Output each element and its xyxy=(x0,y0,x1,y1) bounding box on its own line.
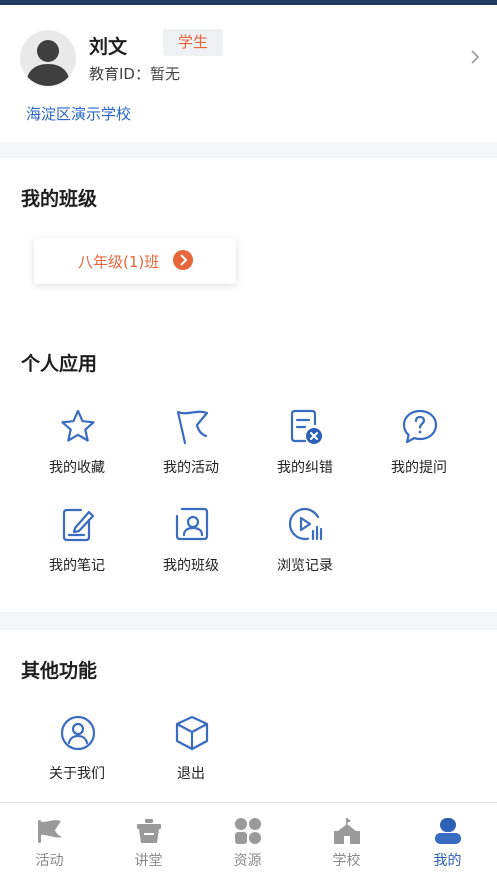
podium-icon xyxy=(137,819,161,843)
document-error-icon xyxy=(290,409,322,444)
tab-school[interactable]: 学校 xyxy=(297,803,396,883)
education-id: 教育ID：暂无 xyxy=(89,65,180,83)
app-label: 浏览记录 xyxy=(277,558,333,574)
school-name[interactable]: 海淀区演示学校 xyxy=(26,103,131,124)
tab-lecture-hall[interactable]: 讲堂 xyxy=(99,803,198,883)
tab-label: 活动 xyxy=(35,853,64,869)
app-label: 退出 xyxy=(177,766,205,782)
tab-label: 学校 xyxy=(332,853,361,869)
app-label: 我的收藏 xyxy=(49,460,105,476)
app-browse-history[interactable]: 浏览记录 xyxy=(250,506,360,576)
app-label: 我的纠错 xyxy=(277,460,333,476)
section-divider xyxy=(0,612,497,630)
notebook-pen-icon xyxy=(62,508,95,542)
tab-resources[interactable]: 资源 xyxy=(198,803,297,883)
arrow-right-circle-icon xyxy=(173,250,193,270)
tab-label: 讲堂 xyxy=(134,853,163,869)
app-label: 关于我们 xyxy=(49,766,105,782)
flag-icon xyxy=(38,820,62,843)
star-icon xyxy=(61,409,95,442)
tab-mine[interactable]: 我的 xyxy=(398,803,497,883)
app-my-corrections[interactable]: 我的纠错 xyxy=(250,408,360,478)
class-label: 八年级(1)班 xyxy=(78,253,160,271)
grid-icon xyxy=(235,818,261,844)
class-card[interactable]: 八年级(1)班 xyxy=(34,238,236,284)
app-label: 我的笔记 xyxy=(49,558,105,574)
avatar-person-icon xyxy=(26,40,70,86)
profile-header[interactable]: 刘文 学生 教育ID：暂无 海淀区演示学校 xyxy=(0,5,497,142)
app-label: 我的班级 xyxy=(163,558,219,574)
tab-activities[interactable]: 活动 xyxy=(0,803,99,883)
user-circle-icon xyxy=(60,715,96,751)
bottom-tab-bar: 活动 讲堂 资源 学校 我的 xyxy=(0,802,497,883)
app-my-class[interactable]: 我的班级 xyxy=(136,506,246,576)
tab-label: 资源 xyxy=(233,853,262,869)
section-title-my-class: 我的班级 xyxy=(21,188,98,210)
app-label: 我的提问 xyxy=(391,460,447,476)
app-logout[interactable]: 退出 xyxy=(136,714,246,784)
app-my-favorites[interactable]: 我的收藏 xyxy=(22,408,132,478)
cube-icon xyxy=(175,715,209,751)
section-title-other-functions: 其他功能 xyxy=(21,660,98,682)
app-my-questions[interactable]: 我的提问 xyxy=(364,408,474,478)
app-my-notes[interactable]: 我的笔记 xyxy=(22,506,132,576)
section-divider xyxy=(0,142,497,158)
role-badge: 学生 xyxy=(163,29,223,56)
flag-icon xyxy=(176,410,209,445)
school-icon xyxy=(334,818,360,844)
question-bubble-icon xyxy=(402,409,438,444)
section-title-personal-apps: 个人应用 xyxy=(21,353,98,375)
chevron-right-icon[interactable] xyxy=(468,47,482,67)
app-label: 我的活动 xyxy=(163,460,219,476)
user-icon xyxy=(435,818,461,844)
avatar xyxy=(20,30,76,86)
user-name: 刘文 xyxy=(89,36,128,58)
app-my-activities[interactable]: 我的活动 xyxy=(136,408,246,478)
app-about-us[interactable]: 关于我们 xyxy=(22,714,132,784)
tab-label: 我的 xyxy=(433,853,462,869)
play-history-icon xyxy=(288,507,323,541)
class-person-icon xyxy=(175,507,209,541)
